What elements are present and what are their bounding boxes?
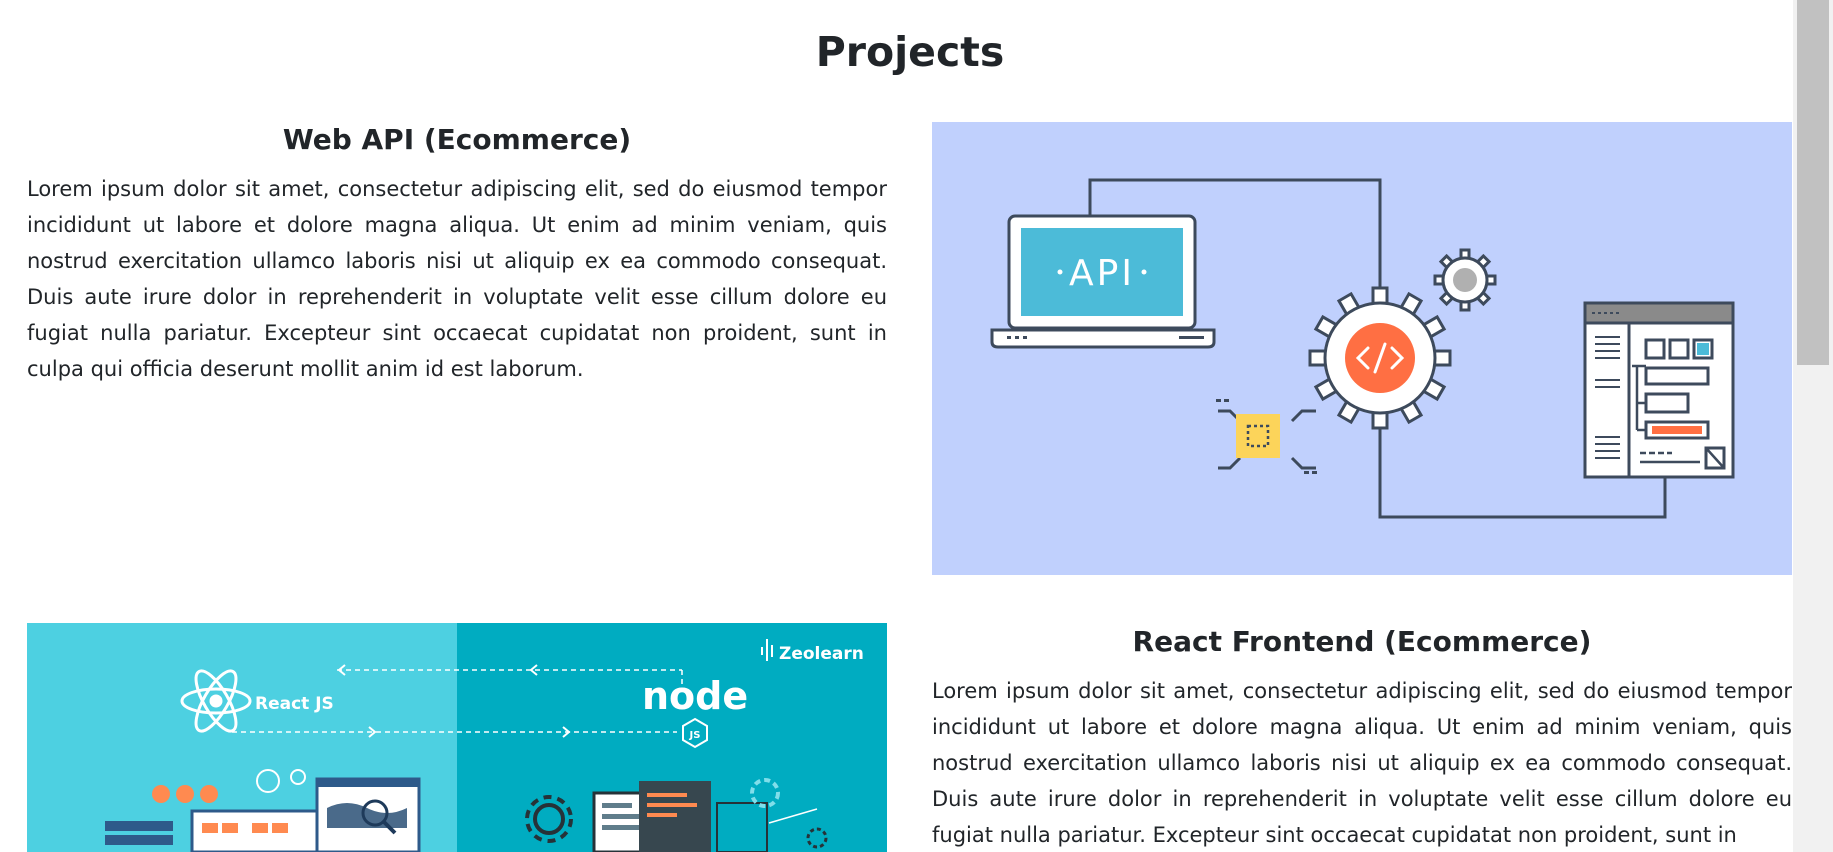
browser-window-icon [1583,301,1735,479]
page-scrollbar[interactable] [1793,0,1833,852]
react-node-illustration: React JS node JS Zeolearn [27,623,887,852]
projects-page: Projects Web API (Ecommerce) Lorem ipsum… [0,0,1833,852]
code-gear-icon [1308,286,1452,430]
svg-text:JS: JS [689,730,701,741]
page-title: Projects [815,28,1005,76]
scrollbar-thumb[interactable] [1797,0,1829,365]
project-title-react-frontend: React Frontend (Ecommerce) [1132,625,1592,658]
chip-icon [1216,399,1317,474]
project-description-web-api: Lorem ipsum dolor sit amet, consectetur … [27,177,887,381]
api-label: API [1069,253,1135,294]
project-title-web-api: Web API (Ecommerce) [282,123,632,156]
web-api-illustration: API [932,122,1792,575]
zeolearn-label: Zeolearn [779,644,864,664]
react-js-label: React JS [255,694,334,714]
node-logo-text: node [642,674,748,718]
laptop-icon: API [990,214,1216,349]
project-description-react-frontend: Lorem ipsum dolor sit amet, consectetur … [932,679,1792,847]
small-gear-icon [1433,248,1497,312]
